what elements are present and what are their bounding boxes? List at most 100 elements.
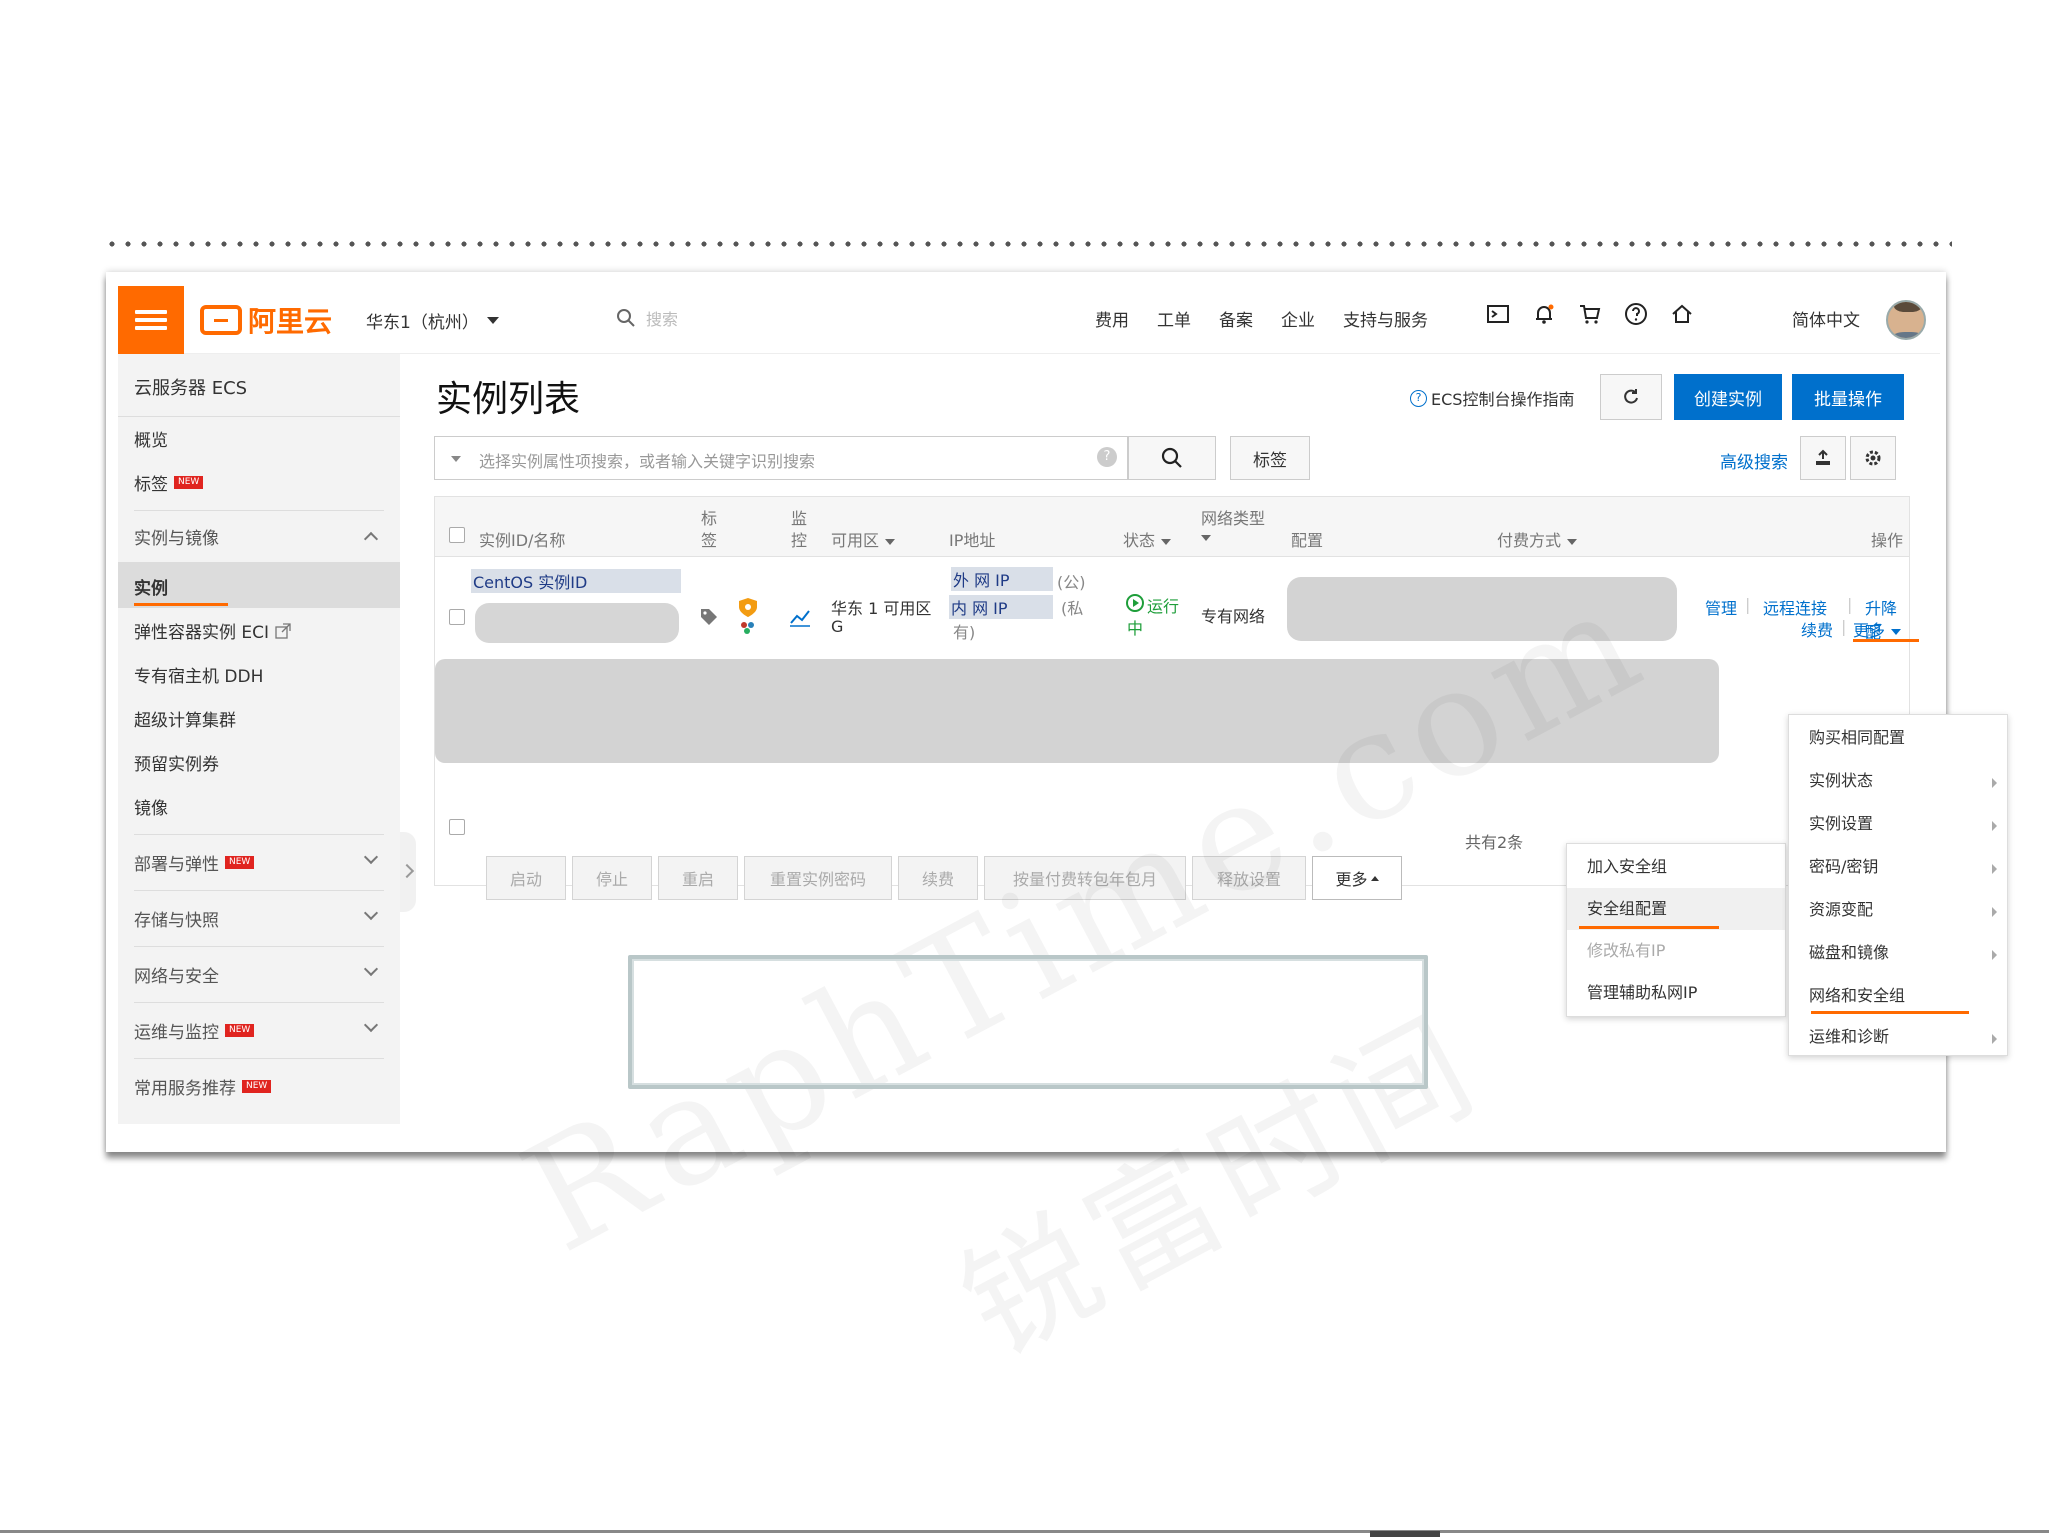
nav-tickets[interactable]: 工单 xyxy=(1157,306,1191,331)
sidebar-divider xyxy=(134,946,384,947)
sidebar-item-ddh[interactable]: 专有宿主机 DDH xyxy=(134,662,263,687)
question-icon[interactable]: ? xyxy=(1097,447,1117,467)
sidebar-group-ops[interactable]: 运维与监控 NEW xyxy=(134,1018,255,1043)
terminal-icon[interactable] xyxy=(1486,302,1510,326)
row-checkbox[interactable] xyxy=(449,609,465,625)
caret-down-icon xyxy=(885,538,896,545)
sidebar-item-reserved[interactable]: 预留实例券 xyxy=(134,750,219,775)
sidebar-divider xyxy=(134,890,384,891)
export-button[interactable] xyxy=(1800,436,1846,480)
caret-down-icon xyxy=(451,456,461,462)
console-guide-link[interactable]: ? ECS控制台操作指南 xyxy=(1410,386,1574,410)
nav-support[interactable]: 支持与服务 xyxy=(1343,306,1428,331)
network-type: 专有网络 xyxy=(1201,607,1266,626)
security-group-highlight-underline xyxy=(1579,926,1719,929)
sidebar-item-tags[interactable]: 标签 NEW xyxy=(134,470,204,495)
tag-filter-button[interactable]: 标签 xyxy=(1230,436,1310,480)
home-icon[interactable] xyxy=(1670,302,1694,326)
security-center-icon[interactable] xyxy=(737,597,759,637)
menu-item-label: 密码/密钥 xyxy=(1809,857,1879,876)
col-zone[interactable]: 可用区 xyxy=(831,527,896,551)
hamburger-menu-button[interactable] xyxy=(118,286,184,354)
private-ip-suffix-2: 有) xyxy=(953,623,976,642)
col-status[interactable]: 状态 xyxy=(1123,527,1172,551)
chevron-right-icon xyxy=(1992,1034,1997,1044)
menu-resource-change[interactable]: 资源变配 xyxy=(1789,889,2007,931)
menu-instance-settings[interactable]: 实例设置 xyxy=(1789,803,2007,845)
sidebar-item-images[interactable]: 镜像 xyxy=(134,794,168,819)
sidebar-item-instances[interactable]: 实例 xyxy=(134,574,168,599)
sidebar-group-network[interactable]: 网络与安全 xyxy=(134,962,219,987)
menu-security-group-config[interactable]: 安全组配置 xyxy=(1567,888,1785,930)
sidebar-group-storage[interactable]: 存储与快照 xyxy=(134,906,219,931)
status-running: 运行 xyxy=(1147,597,1180,616)
menu-ops-diagnostics[interactable]: 运维和诊断 xyxy=(1789,1016,2007,1058)
status-running-line2: 中 xyxy=(1127,619,1144,638)
advanced-search-link[interactable]: 高级搜索 xyxy=(1720,448,1788,473)
sidebar-group-label: 运维与监控 xyxy=(134,1023,219,1043)
instance-search-input[interactable]: 选择实例属性项搜索，或者输入关键字识别搜索 ? xyxy=(434,436,1128,480)
global-search[interactable]: 搜索 xyxy=(616,306,678,330)
bulk-stop-button[interactable]: 停止 xyxy=(572,856,652,900)
bottom-rule-mark xyxy=(1370,1531,1440,1537)
chevron-right-icon xyxy=(1992,821,1997,831)
bottom-rule xyxy=(0,1530,2049,1533)
settings-button[interactable] xyxy=(1850,436,1896,480)
chevron-down-icon xyxy=(363,849,379,865)
bulk-select-checkbox[interactable] xyxy=(449,819,465,835)
col-config: 配置 xyxy=(1291,531,1324,550)
create-instance-button[interactable]: 创建实例 xyxy=(1674,374,1782,420)
menu-manage-secondary-ip[interactable]: 管理辅助私网IP xyxy=(1567,972,1785,1014)
refresh-button[interactable] xyxy=(1600,374,1662,420)
public-ip-suffix: (公) xyxy=(1057,573,1086,592)
sidebar-group-deployment[interactable]: 部署与弹性 NEW xyxy=(134,850,255,875)
menu-password-key[interactable]: 密码/密钥 xyxy=(1789,846,2007,888)
bulk-restart-button[interactable]: 重启 xyxy=(658,856,738,900)
region-selector[interactable]: 华东1（杭州） xyxy=(366,308,499,333)
private-ip[interactable]: 内 网 IP xyxy=(949,595,1053,619)
caret-down-icon[interactable] xyxy=(1201,535,1211,541)
bell-icon[interactable] xyxy=(1532,302,1556,326)
more-highlight-underline xyxy=(1853,639,1919,642)
sidebar-item-overview[interactable]: 概览 xyxy=(134,426,168,451)
instance-name-link[interactable]: CentOS 实例ID xyxy=(471,569,681,593)
action-separator: | xyxy=(1745,595,1751,614)
sidebar-item-label: 镜像 xyxy=(134,799,168,819)
nav-enterprise[interactable]: 企业 xyxy=(1281,306,1315,331)
sidebar-item-eci[interactable]: 弹性容器实例 ECI xyxy=(134,618,291,643)
bulk-reset-password-button[interactable]: 重置实例密码 xyxy=(744,856,892,900)
top-nav-links: 费用 工单 备案 企业 支持与服务 xyxy=(1095,306,1428,331)
menu-join-security-group[interactable]: 加入安全组 xyxy=(1567,846,1785,888)
menu-buy-same-config[interactable]: 购买相同配置 xyxy=(1789,717,2007,759)
sidebar-divider xyxy=(134,510,384,511)
action-remote-connect[interactable]: 远程连接 xyxy=(1763,595,1827,619)
sidebar-section-instances[interactable]: 实例与镜像 xyxy=(134,524,219,549)
col-billing[interactable]: 付费方式 xyxy=(1497,527,1578,551)
language-switch[interactable]: 简体中文 xyxy=(1792,306,1860,331)
public-ip[interactable]: 外 网 IP xyxy=(951,567,1053,591)
tag-icon[interactable] xyxy=(699,607,719,627)
nav-icp[interactable]: 备案 xyxy=(1219,306,1253,331)
user-avatar[interactable] xyxy=(1886,300,1926,340)
search-button[interactable] xyxy=(1128,436,1216,480)
nav-fees[interactable]: 费用 xyxy=(1095,306,1129,331)
monitor-chart-icon[interactable] xyxy=(789,607,811,627)
action-renew[interactable]: 续费 xyxy=(1801,617,1833,641)
aliyun-logo[interactable]: 阿里云 xyxy=(200,302,332,338)
help-icon[interactable] xyxy=(1624,302,1648,326)
menu-modify-private-ip[interactable]: 修改私有IP xyxy=(1567,930,1785,972)
action-more[interactable]: 更多 xyxy=(1853,617,1902,641)
sidebar-item-scc[interactable]: 超级计算集群 xyxy=(134,706,236,731)
bulk-start-button[interactable]: 启动 xyxy=(486,856,566,900)
sidebar-group-recommend[interactable]: 常用服务推荐 NEW xyxy=(134,1074,272,1099)
menu-item-label: 运维和诊断 xyxy=(1809,1027,1890,1046)
chevron-right-icon xyxy=(1992,778,1997,788)
col-instance-id: 实例ID/名称 xyxy=(479,531,566,550)
action-manage[interactable]: 管理 xyxy=(1705,595,1737,619)
batch-operation-button[interactable]: 批量操作 xyxy=(1792,374,1904,420)
menu-instance-status[interactable]: 实例状态 xyxy=(1789,760,2007,802)
search-icon xyxy=(1161,447,1182,468)
cart-icon[interactable] xyxy=(1578,302,1602,326)
menu-disk-image[interactable]: 磁盘和镜像 xyxy=(1789,932,2007,974)
select-all-checkbox[interactable] xyxy=(449,527,465,543)
